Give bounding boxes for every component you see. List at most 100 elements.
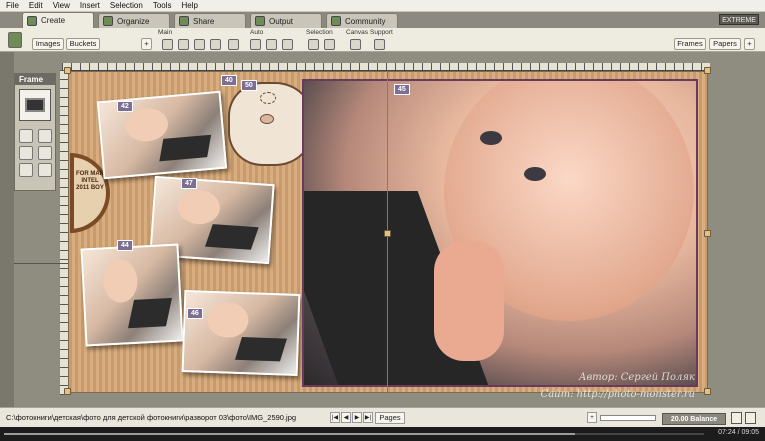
create-icon: [27, 15, 37, 26]
photo-45[interactable]: [302, 79, 698, 387]
group-label-canvas: Canvas: [346, 29, 369, 36]
status-icon-2[interactable]: [745, 412, 756, 424]
next-page-button[interactable]: ▶: [352, 412, 362, 423]
grid-icon[interactable]: [19, 146, 33, 160]
watermark-author: Автор: Сергей Поляк: [578, 372, 695, 383]
photo-face: [176, 188, 221, 226]
baby-eye-right: [480, 131, 502, 145]
baby-eye-left: [524, 167, 546, 181]
photo-face: [101, 259, 138, 304]
pages-button[interactable]: Pages: [375, 412, 405, 424]
photo-badge: 44: [117, 240, 133, 251]
frame-tool-icon[interactable]: [19, 129, 33, 143]
corner-handle[interactable]: [704, 388, 711, 395]
corner-handle[interactable]: [64, 67, 71, 74]
text-icon[interactable]: [19, 163, 33, 177]
watermark-site: Сайт: http://photo-monster.ru: [540, 389, 695, 400]
menu-edit[interactable]: Edit: [29, 1, 43, 10]
toolbar: Images Buckets + Main Auto Selection Can…: [0, 28, 765, 52]
vertical-ruler: [60, 70, 68, 395]
auto-tool-3-icon[interactable]: [282, 39, 293, 50]
video-progress-track[interactable]: [4, 433, 704, 435]
video-progress-fill: [4, 433, 575, 435]
settings-icon[interactable]: [38, 163, 52, 177]
auto-tool-1-icon[interactable]: [250, 39, 261, 50]
photo-46[interactable]: [181, 290, 301, 376]
project-icon[interactable]: [8, 32, 22, 48]
flower-icon: [260, 92, 276, 104]
last-page-button[interactable]: ▶|: [363, 412, 373, 423]
menu-help[interactable]: Help: [182, 1, 198, 10]
balance-display: 20.00 Balance: [662, 413, 726, 425]
corner-handle[interactable]: [704, 67, 711, 74]
first-page-button[interactable]: |◀: [330, 412, 340, 423]
photo-badge: 46: [187, 308, 203, 319]
prev-page-button[interactable]: ◀: [341, 412, 351, 423]
frame-panel: Frame: [14, 73, 56, 191]
community-icon: [331, 16, 341, 26]
selection-tool-1-icon[interactable]: [308, 39, 319, 50]
selection-pointer-icon[interactable]: [324, 39, 335, 50]
status-bar: C:\фотокниги\детская\фото для детской фо…: [0, 407, 765, 427]
organize-icon: [103, 16, 113, 26]
video-player-bar: 07:24 / 09:05: [0, 427, 765, 441]
help-icon[interactable]: [374, 39, 385, 50]
images-button[interactable]: Images: [32, 38, 64, 50]
pig-snout: [260, 114, 274, 124]
photo-face: [207, 302, 249, 339]
main-tool-3-icon[interactable]: [194, 39, 205, 50]
mode-tabs: Create Organize Share Output Community: [0, 12, 765, 28]
photo-badge: 40: [221, 75, 237, 86]
left-strip: [0, 52, 14, 407]
main-tool-4-icon[interactable]: [210, 39, 221, 50]
main-tool-1-icon[interactable]: [162, 39, 173, 50]
frame-thumbnail: [25, 98, 45, 112]
canvas-tool-icon[interactable]: [350, 39, 361, 50]
resize-handle[interactable]: [384, 230, 391, 237]
group-label-selection: Selection: [306, 29, 333, 36]
auto-tool-2-icon[interactable]: [266, 39, 277, 50]
menu-bar: File Edit View Insert Selection Tools He…: [0, 0, 765, 12]
tab-share[interactable]: Share: [174, 13, 246, 28]
photo-badge: 50: [241, 80, 257, 91]
undo-icon[interactable]: [228, 39, 239, 50]
add-paper-button[interactable]: +: [744, 38, 755, 50]
menu-view[interactable]: View: [53, 1, 70, 10]
add-page-button[interactable]: +: [587, 412, 597, 423]
tab-label: Create: [41, 16, 66, 25]
photo-badge: 47: [181, 178, 197, 189]
horizontal-ruler: [62, 63, 710, 71]
buckets-button[interactable]: Buckets: [66, 38, 100, 50]
photo-laptop: [158, 134, 211, 162]
photo-badge: 42: [117, 101, 133, 112]
wrench-icon[interactable]: [38, 146, 52, 160]
tab-output[interactable]: Output: [250, 13, 322, 28]
menu-selection[interactable]: Selection: [110, 1, 143, 10]
tab-organize[interactable]: Organize: [98, 13, 170, 28]
tab-label: Share: [193, 16, 215, 26]
frames-button[interactable]: Frames: [674, 38, 706, 50]
resize-handle[interactable]: [704, 230, 711, 237]
frame-preview[interactable]: [19, 89, 51, 121]
group-label-auto: Auto: [250, 29, 264, 36]
tab-community[interactable]: Community: [326, 13, 398, 28]
zoom-slider[interactable]: [600, 415, 656, 421]
tab-create[interactable]: Create: [22, 12, 94, 28]
rotate-icon[interactable]: [38, 129, 52, 143]
status-icon-1[interactable]: [731, 412, 742, 424]
menu-tools[interactable]: Tools: [153, 1, 172, 10]
corner-handle[interactable]: [64, 388, 71, 395]
photo-44[interactable]: [80, 243, 184, 347]
share-icon: [179, 16, 189, 26]
menu-insert[interactable]: Insert: [80, 1, 100, 10]
group-label-support: Support: [370, 29, 393, 36]
add-button[interactable]: +: [141, 38, 152, 50]
edition-badge: EXTREME: [719, 14, 759, 25]
video-time: 07:24 / 09:05: [718, 429, 759, 436]
file-path: C:\фотокниги\детская\фото для детской фо…: [6, 413, 297, 422]
menu-file[interactable]: File: [6, 1, 19, 10]
baby-hand: [434, 241, 504, 361]
papers-button[interactable]: Papers: [709, 38, 741, 50]
main-tool-2-icon[interactable]: [178, 39, 189, 50]
photo-laptop: [234, 336, 287, 362]
